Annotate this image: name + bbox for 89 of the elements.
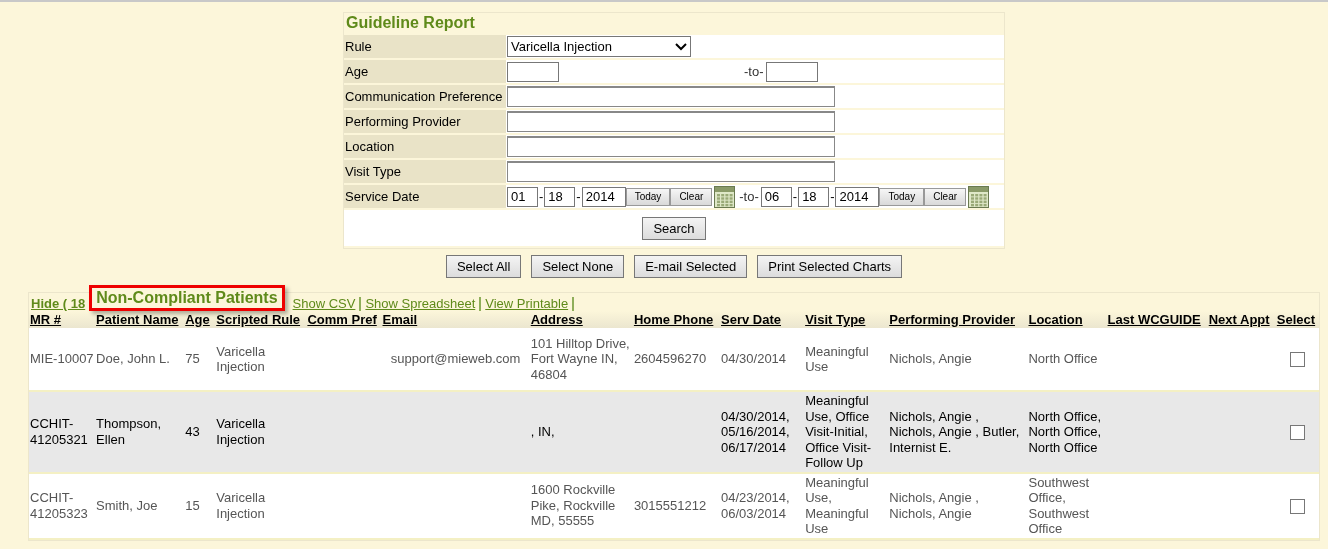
input-field[interactable] [507, 86, 835, 107]
table-cell: 3015551212 [633, 497, 707, 513]
range-separator-label: -to- [738, 189, 760, 204]
table-cell: 04/30/2014, 05/16/2014, 06/17/2014 [721, 408, 790, 455]
today-button[interactable]: Today [879, 187, 925, 206]
table-cell: , IN, [530, 424, 555, 439]
clear-button[interactable]: Clear [924, 187, 967, 206]
input-field[interactable] [507, 111, 835, 132]
range-separator-label: -to- [743, 64, 765, 79]
month-field[interactable]: 01 [507, 186, 538, 207]
table-cell: Varicella Injection [216, 416, 266, 447]
column-header[interactable]: Address [529, 311, 633, 328]
month-field[interactable]: 06 [760, 186, 792, 207]
field-label: Communication Preference [344, 85, 506, 108]
table-cell: Smith, Joe [96, 497, 158, 513]
table-cell: 04/23/2014, 06/03/2014 [721, 490, 790, 521]
table-cell: 04/30/2014 [721, 351, 787, 367]
results-title: Non-Compliant Patients [89, 285, 285, 311]
column-header[interactable]: Select [1275, 311, 1319, 328]
input-field[interactable] [507, 161, 835, 182]
column-header[interactable]: Comm Pref [306, 311, 382, 328]
action-button[interactable]: E-mail Selected [634, 255, 748, 278]
input-field[interactable] [765, 61, 818, 82]
table-cell: 1600 Rockville Pike, Rockville MD, 55555 [530, 482, 616, 529]
action-button[interactable]: Print Selected Charts [757, 255, 903, 278]
table-cell: 43 [185, 424, 200, 439]
day-field[interactable]: 18 [798, 186, 830, 207]
field-label: Location [344, 135, 506, 158]
column-header[interactable]: Age [184, 311, 216, 328]
column-header[interactable]: Performing Provider [888, 311, 1028, 328]
column-header[interactable]: Visit Type [804, 311, 889, 328]
table-cell: Doe, John L. [96, 351, 170, 367]
table-cell: Thompson, Ellen [96, 416, 162, 447]
table-cell: CCHIT-41205321 [30, 416, 88, 447]
table-cell: Meaningful Use, Office Visit-Initial, Office Visit-Follow Up [805, 393, 872, 470]
field-label: Performing Provider [344, 110, 506, 133]
column-header[interactable]: Next Appt [1207, 311, 1276, 328]
field-label: Rule [344, 35, 506, 58]
table-cell: support@mieweb.com [390, 351, 521, 367]
table-cell: Nichols, Angie , Nichols, Angie [889, 490, 979, 521]
field-label: Visit Type [344, 160, 506, 183]
table-cell: MIE-10007 [30, 351, 94, 367]
column-header[interactable]: Last WCGUIDE [1106, 311, 1208, 328]
column-header[interactable]: Serv Date [720, 311, 805, 328]
form-title: Guideline Report [346, 13, 476, 33]
date-separator: - [791, 189, 799, 204]
clear-button[interactable]: Clear [670, 187, 713, 206]
table-cell: CCHIT-41205323 [30, 490, 88, 521]
date-separator: - [538, 189, 545, 204]
table-cell: 101 Hilltop Drive, Fort Wayne IN, 46804 [530, 335, 630, 382]
select-checkbox[interactable] [1289, 424, 1305, 440]
date-separator: - [575, 189, 582, 204]
hide-link[interactable]: Hide ( 18 [29, 297, 90, 311]
calendar-icon[interactable] [968, 185, 990, 208]
today-button[interactable]: Today [625, 187, 671, 206]
column-header[interactable]: Scripted Rule [215, 311, 307, 328]
column-header[interactable]: Patient Name [95, 311, 185, 328]
column-header[interactable]: Email [381, 311, 530, 328]
date-separator: - [829, 189, 836, 204]
action-button[interactable]: Select All [445, 255, 522, 278]
table-cell: 15 [185, 497, 200, 513]
rule-dropdown[interactable]: Varicella Injection [507, 36, 691, 57]
input-field[interactable] [507, 61, 559, 82]
column-header[interactable]: MR # [29, 311, 96, 328]
year-field[interactable]: 2014 [581, 186, 626, 207]
table-cell: Varicella Injection [216, 343, 266, 374]
field-label: Service Date [344, 185, 506, 208]
year-field[interactable]: 2014 [835, 186, 880, 207]
table-cell: Meaningful Use [805, 343, 869, 374]
chevron-down-icon [675, 42, 687, 51]
field-label: Age [344, 60, 506, 83]
column-header[interactable]: Location [1027, 311, 1107, 328]
select-checkbox[interactable] [1289, 352, 1305, 368]
input-field[interactable] [507, 136, 835, 157]
table-cell: North Office [1028, 351, 1098, 367]
column-header[interactable]: Home Phone [632, 311, 720, 328]
select-checkbox[interactable] [1289, 498, 1305, 514]
table-cell: Southwest Office, Southwest Office [1028, 474, 1090, 536]
table-cell: North Office, North Office, North Office [1028, 408, 1102, 455]
table-cell: Nichols, Angie [889, 351, 972, 367]
table-cell: 2604596270 [633, 351, 707, 367]
table-cell: Varicella Injection [216, 490, 266, 521]
table-cell: Meaningful Use, Meaningful Use [805, 474, 869, 536]
day-field[interactable]: 18 [544, 186, 576, 207]
action-button[interactable]: Select None [531, 255, 625, 278]
search-button[interactable]: Search [642, 216, 706, 240]
table-cell: 75 [185, 351, 200, 367]
calendar-icon[interactable] [714, 185, 736, 208]
table-cell: Nichols, Angie , Nichols, Angie , Butler, Internist E. [889, 408, 1020, 455]
